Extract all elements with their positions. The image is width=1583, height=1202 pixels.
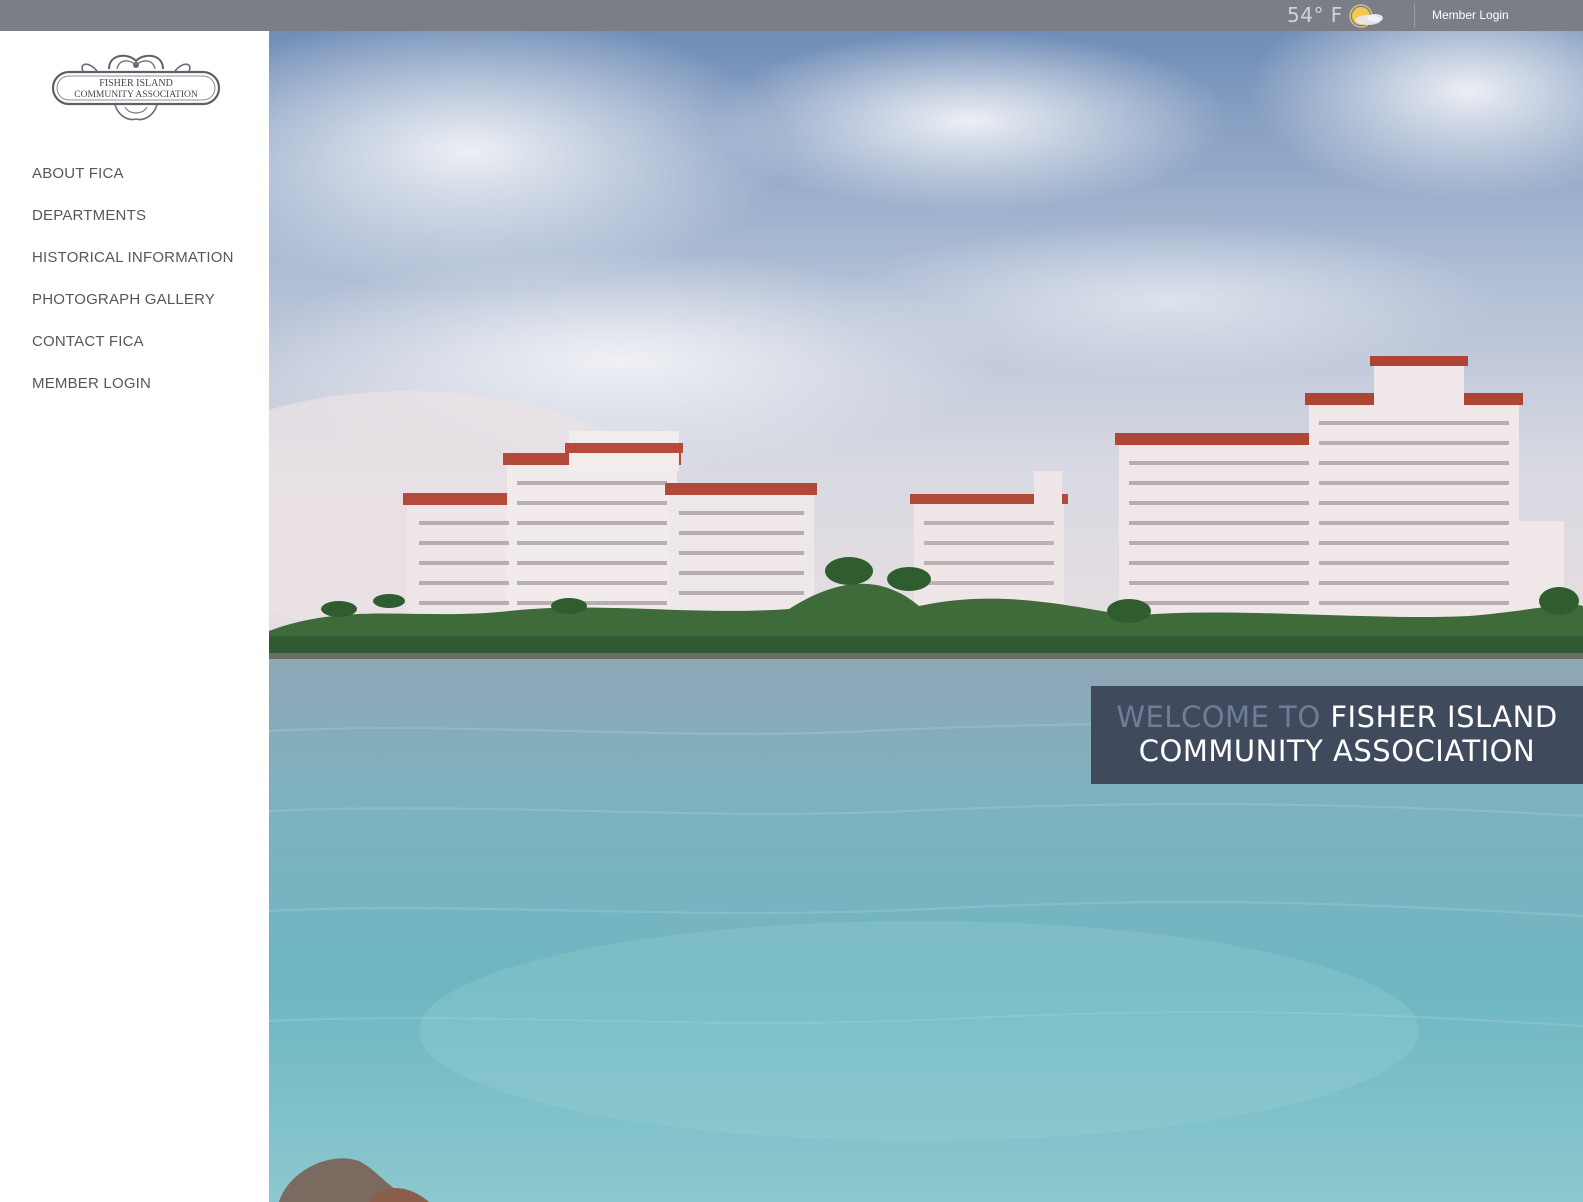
welcome-line2: COMMUNITY ASSOCIATION — [1138, 734, 1536, 768]
member-login-link[interactable]: Member Login — [1432, 8, 1509, 22]
nav-item-photograph-gallery[interactable]: PHOTOGRAPH GALLERY — [32, 291, 215, 308]
nav-item-departments[interactable]: DEPARTMENTS — [32, 207, 146, 224]
logo-text-line2: COMMUNITY ASSOCIATION — [74, 90, 198, 100]
welcome-line1: WELCOME TO FISHER ISLAND — [1091, 700, 1583, 734]
weather-temperature: 54° F — [1287, 3, 1343, 27]
welcome-banner: WELCOME TO FISHER ISLAND COMMUNITY ASSOC… — [1091, 686, 1583, 784]
main-nav: ABOUT FICA DEPARTMENTS HISTORICAL INFORM… — [32, 165, 234, 417]
welcome-prefix: WELCOME TO — [1116, 700, 1321, 734]
hero-image — [269, 31, 1583, 1202]
topbar-divider — [1414, 3, 1415, 28]
welcome-name: FISHER ISLAND — [1330, 700, 1558, 734]
fica-logo[interactable]: FISHER ISLAND COMMUNITY ASSOCIATION — [49, 51, 223, 123]
logo-text-line1: FISHER ISLAND — [99, 78, 173, 89]
sidebar: FISHER ISLAND COMMUNITY ASSOCIATION ABOU… — [0, 31, 269, 1202]
top-bar: 54° F Member Login — [0, 0, 1583, 31]
nav-item-contact-fica[interactable]: CONTACT FICA — [32, 333, 144, 350]
nav-item-member-login[interactable]: MEMBER LOGIN — [32, 375, 151, 392]
nav-item-about-fica[interactable]: ABOUT FICA — [32, 165, 124, 182]
nav-item-historical-information[interactable]: HISTORICAL INFORMATION — [32, 249, 234, 266]
partly-sunny-icon — [1346, 3, 1386, 29]
